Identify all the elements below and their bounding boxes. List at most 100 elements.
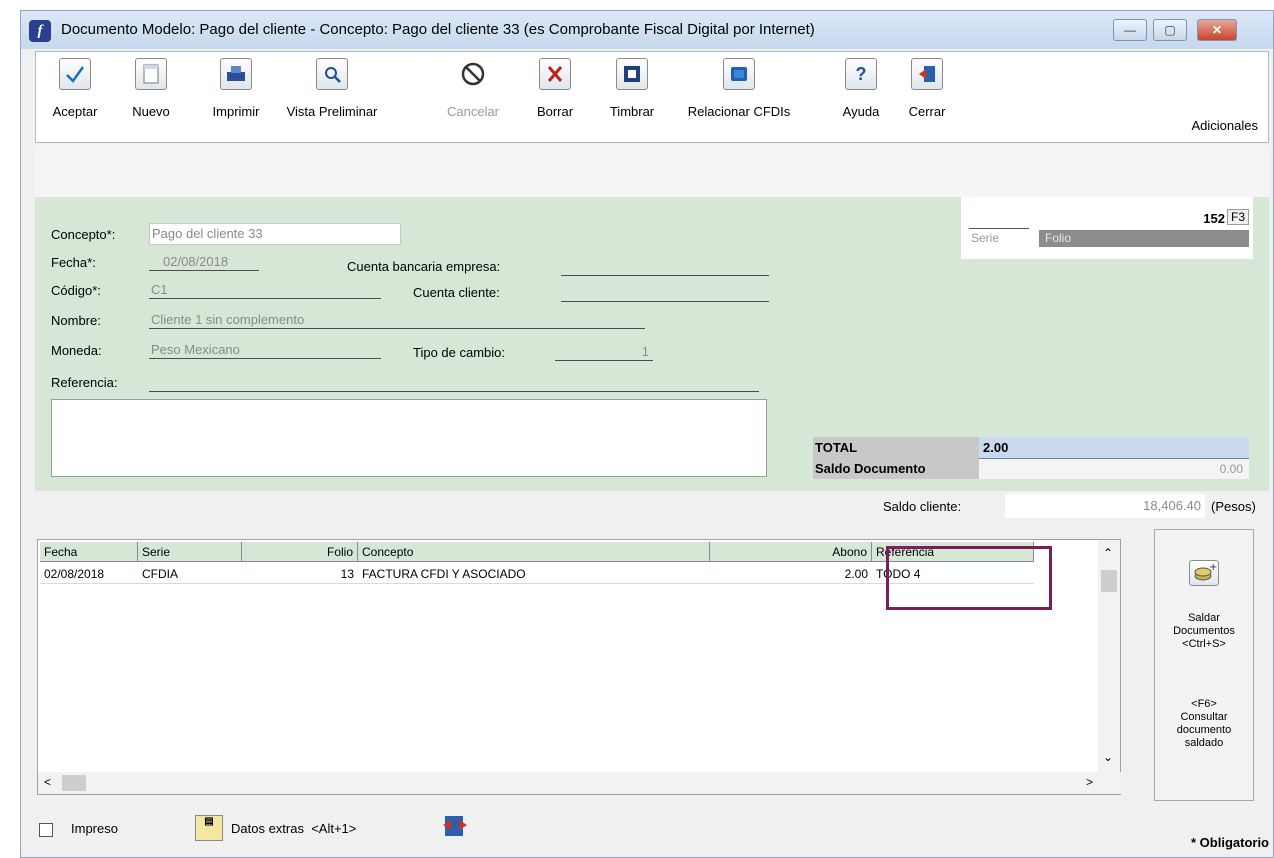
saldo-cliente-value: 18,406.40 [1005, 494, 1205, 518]
adicionales-menu[interactable]: Adicionales [1192, 118, 1259, 133]
magnifier-preview-icon [316, 58, 348, 90]
codigo-field[interactable]: C1 [149, 281, 381, 299]
impreso-label: Impreso [71, 821, 118, 836]
title-bar: f Documento Modelo: Pago del cliente - C… [21, 11, 1273, 49]
cell-abono[interactable]: 2.00 [710, 564, 872, 584]
scroll-thumb[interactable] [1101, 570, 1117, 592]
cuenta-cliente-label: Cuenta cliente: [413, 285, 500, 300]
cell-concepto[interactable]: FACTURA CFDI Y ASOCIADO [358, 564, 710, 584]
nuevo-label: Nuevo [132, 104, 170, 119]
referencia-field[interactable] [149, 373, 759, 392]
ayuda-label: Ayuda [842, 104, 880, 119]
minimize-button[interactable]: — [1113, 19, 1147, 41]
datos-extras-label[interactable]: Datos extras <Alt+1> [231, 821, 356, 836]
column-header-fecha[interactable]: Fecha [40, 542, 138, 562]
cuenta-cliente-field[interactable] [561, 283, 769, 302]
vista-preliminar-button[interactable]: Vista Preliminar [272, 58, 392, 119]
stamp-icon [616, 58, 648, 90]
fecha-field[interactable]: 02/08/2018 [149, 253, 259, 271]
cell-serie[interactable]: CFDIA [138, 564, 242, 584]
serie-label[interactable]: Serie [971, 231, 999, 245]
impreso-checkbox[interactable] [39, 823, 53, 837]
consultar-line3[interactable]: documento [1155, 724, 1253, 737]
relate-documents-icon [723, 58, 755, 90]
nombre-label: Nombre: [51, 313, 101, 328]
imprimir-label: Imprimir [212, 104, 260, 119]
observaciones-textarea[interactable] [51, 399, 767, 477]
f3-button[interactable]: F3 [1226, 209, 1249, 225]
checkmark-icon [59, 58, 91, 90]
concepto-label: Concepto*: [51, 227, 116, 242]
cerrar-button[interactable]: Cerrar [902, 58, 952, 119]
ayuda-button[interactable]: ? Ayuda [836, 58, 886, 119]
scroll-right-icon[interactable]: > [1086, 775, 1093, 789]
documents-grid[interactable]: Fecha Serie Folio Concepto Abono Referen… [37, 539, 1122, 795]
saldo-cliente-band: Saldo cliente: 18,406.40 (Pesos) [35, 491, 1269, 523]
cell-fecha[interactable]: 02/08/2018 [40, 564, 138, 584]
close-button[interactable]: ✕ [1197, 19, 1237, 41]
saldar-line3[interactable]: <Ctrl+S> [1155, 638, 1253, 651]
consultar-line2[interactable]: Consultar [1155, 711, 1253, 724]
folio-label[interactable]: Folio [1039, 230, 1249, 247]
consultar-line1[interactable]: <F6> [1155, 698, 1253, 711]
cerrar-label: Cerrar [908, 104, 946, 119]
window-title: Documento Modelo: Pago del cliente - Con… [61, 21, 815, 38]
totals-panel: TOTAL 2.00 Saldo Documento 0.00 [813, 437, 1249, 483]
horizontal-scrollbar[interactable]: < > [38, 772, 1122, 794]
referencia-highlight-box [886, 546, 1052, 610]
scroll-up-icon[interactable]: ⌃ [1103, 546, 1113, 560]
hscroll-thumb[interactable] [62, 775, 86, 791]
borrar-button[interactable]: Borrar [530, 58, 580, 119]
column-header-concepto[interactable]: Concepto [358, 542, 710, 562]
timbrar-button[interactable]: Timbrar [602, 58, 662, 119]
concepto-field[interactable]: Pago del cliente 33 [149, 223, 401, 245]
nombre-field[interactable]: Cliente 1 sin complemento [149, 311, 645, 329]
saldar-line2[interactable]: Documentos [1155, 625, 1253, 638]
total-value: 2.00 [979, 437, 1249, 459]
column-header-abono[interactable]: Abono [710, 542, 872, 562]
cancelar-button[interactable]: Cancelar [440, 58, 506, 119]
help-question-icon: ? [845, 58, 877, 90]
maximize-button[interactable]: ▢ [1153, 19, 1187, 41]
datos-extras-icon[interactable]: ▤ [195, 815, 223, 841]
aceptar-button[interactable]: Aceptar [50, 58, 100, 119]
footer-bar: Impreso ▤ Datos extras <Alt+1> * Obligat… [35, 801, 1269, 857]
cell-folio[interactable]: 13 [242, 564, 358, 584]
svg-text:+: + [1209, 562, 1217, 573]
referencia-label: Referencia: [51, 375, 118, 390]
app-logo-icon: f [29, 20, 51, 42]
moneda-label: Moneda: [51, 343, 102, 358]
obligatorio-note: * Obligatorio [1191, 835, 1269, 850]
application-window: f Documento Modelo: Pago del cliente - C… [20, 10, 1274, 858]
tipo-cambio-label: Tipo de cambio: [413, 345, 506, 360]
currency-label: (Pesos) [1211, 499, 1256, 514]
aceptar-label: Aceptar [52, 104, 98, 119]
cancelar-label: Cancelar [446, 104, 500, 119]
serie-folio-box: 152 F3 Serie Folio [961, 197, 1253, 259]
cuenta-bancaria-field[interactable] [561, 257, 769, 276]
exit-door-icon [911, 58, 943, 90]
scroll-left-icon[interactable]: < [44, 775, 51, 789]
document-arrows-icon[interactable] [441, 813, 469, 839]
vertical-scrollbar[interactable]: ⌃ ⌄ [1098, 540, 1120, 776]
imprimir-button[interactable]: Imprimir [206, 58, 266, 119]
printer-icon [220, 58, 252, 90]
relacionar-cfdis-label: Relacionar CFDIs [687, 104, 791, 119]
saldar-line1[interactable]: Saldar [1155, 612, 1253, 625]
tipo-cambio-field[interactable]: 1 [555, 343, 653, 361]
consultar-line4[interactable]: saldado [1155, 737, 1253, 750]
moneda-field[interactable]: Peso Mexicano [149, 341, 381, 359]
saldo-documento-value: 0.00 [979, 459, 1249, 479]
toolbar-separator-band [35, 145, 1269, 197]
saldar-coins-icon[interactable]: + [1189, 560, 1219, 586]
cancel-circle-icon [457, 58, 489, 90]
nuevo-button[interactable]: Nuevo [126, 58, 176, 119]
relacionar-cfdis-button[interactable]: Relacionar CFDIs [672, 58, 806, 119]
side-actions-panel: + Saldar Documentos <Ctrl+S> <F6> Consul… [1154, 529, 1254, 801]
total-label: TOTAL [813, 437, 979, 459]
new-document-icon [135, 58, 167, 90]
scroll-down-icon[interactable]: ⌄ [1103, 750, 1113, 764]
column-header-serie[interactable]: Serie [138, 542, 242, 562]
timbrar-label: Timbrar [609, 104, 655, 119]
column-header-folio[interactable]: Folio [242, 542, 358, 562]
